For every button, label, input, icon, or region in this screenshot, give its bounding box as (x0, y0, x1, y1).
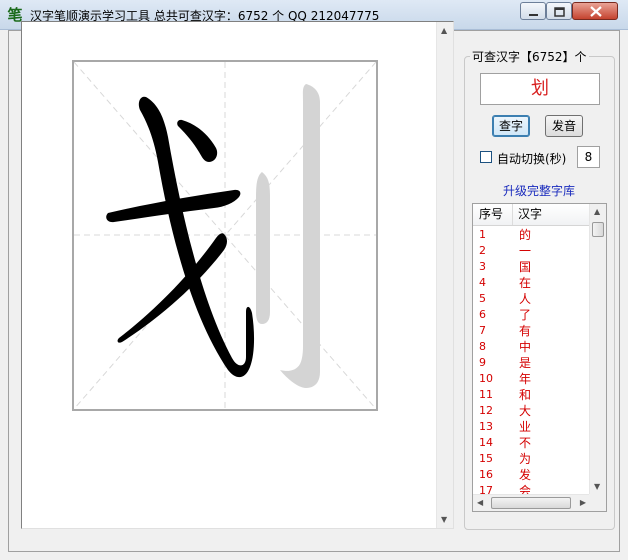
maximize-button[interactable] (546, 2, 572, 20)
list-item[interactable]: 11 和 (473, 387, 590, 403)
list-item-index: 4 (479, 276, 486, 289)
list-item-char: 在 (519, 276, 532, 290)
list-item-index: 14 (479, 436, 493, 449)
scroll-left-icon[interactable]: ◀ (477, 498, 483, 507)
list-item[interactable]: 14 不 (473, 435, 590, 451)
list-item[interactable]: 7有 (473, 323, 590, 339)
character-list[interactable]: 序号 汉字 1 的 2 一 3 国 4 在 5 人 6 了 7 有 8 中 9 是 10 年 11 和 12 大 13 业 14 不 1… (472, 203, 607, 512)
list-item-index: 7 (479, 324, 486, 337)
list-item-char: 是 (519, 356, 532, 370)
list-item-index: 8 (479, 340, 486, 353)
list-item[interactable]: 12 大 (473, 403, 590, 419)
list-item[interactable]: 15 为 (473, 451, 590, 467)
maximize-icon (554, 7, 565, 17)
close-button[interactable] (572, 2, 618, 20)
column-header-index[interactable]: 序号 (473, 204, 513, 225)
scroll-thumb[interactable] (491, 497, 571, 509)
character-strokes (106, 84, 320, 388)
list-item-char: 中 (519, 340, 532, 354)
list-item-char: 为 (519, 452, 532, 466)
scroll-corner (589, 494, 606, 511)
list-item-index: 13 (479, 420, 493, 433)
list-item-char: 年 (519, 372, 532, 386)
scroll-up-icon[interactable]: ▲ (441, 26, 447, 35)
list-item[interactable]: 5人 (473, 291, 590, 307)
scroll-thumb[interactable] (592, 222, 604, 237)
list-item-index: 15 (479, 452, 493, 465)
list-item[interactable]: 4在 (473, 275, 590, 291)
scroll-down-icon[interactable]: ▼ (594, 482, 600, 491)
auto-switch-label: 自动切换(秒) (497, 152, 567, 166)
list-item-char: 人 (519, 292, 532, 306)
seconds-field[interactable]: 8 (577, 146, 600, 168)
list-item-index: 6 (479, 308, 486, 321)
list-item-char: 有 (519, 324, 532, 338)
groupbox-legend: 可查汉字【6752】个 (470, 48, 589, 65)
list-item-char: 业 (519, 420, 532, 434)
list-item[interactable]: 3国 (473, 259, 590, 275)
column-header-char[interactable]: 汉字 (513, 204, 590, 225)
list-item-index: 5 (479, 292, 486, 305)
list-item-char: 国 (519, 260, 532, 274)
list-vertical-scrollbar[interactable]: ▲ ▼ (589, 204, 606, 494)
search-button[interactable]: 查字 (492, 115, 530, 137)
list-item-index: 3 (479, 260, 486, 273)
list-item-char: 大 (519, 404, 532, 418)
minimize-button[interactable] (520, 2, 546, 20)
list-item-char: 了 (519, 308, 532, 322)
list-item[interactable]: 2一 (473, 243, 590, 259)
list-header: 序号 汉字 (473, 204, 590, 226)
list-item-char: 不 (519, 436, 532, 450)
canvas-scrollbar[interactable]: ▲ ▼ (436, 22, 453, 528)
list-item-index: 1 (479, 228, 486, 241)
character-input[interactable]: 划 (480, 73, 600, 105)
list-item[interactable]: 6了 (473, 307, 590, 323)
list-item-index: 10 (479, 372, 493, 385)
list-item-index: 2 (479, 244, 486, 257)
scroll-down-icon[interactable]: ▼ (441, 515, 447, 524)
list-item[interactable]: 16 发 (473, 467, 590, 483)
minimize-icon (529, 14, 538, 16)
list-item-index: 11 (479, 388, 493, 401)
list-item-char: 和 (519, 388, 532, 402)
list-item-index: 12 (479, 404, 493, 417)
list-item-char: 发 (519, 468, 532, 482)
stroke-canvas: ▲ ▼ (21, 21, 454, 529)
list-item-index: 16 (479, 468, 493, 481)
list-horizontal-scrollbar[interactable]: ◀ ▶ (473, 494, 590, 511)
list-rows: 1 的 2 一 3 国 4 在 5 人 6 了 7 有 8 中 9 是 10 年 11 和 12 大 13 业 14 不 15 为 16 发 1… (473, 227, 590, 499)
auto-switch-checkbox[interactable] (480, 151, 492, 163)
list-item[interactable]: 1的 (473, 227, 590, 243)
list-item-index: 9 (479, 356, 486, 369)
list-item-char: 一 (519, 244, 532, 258)
list-item-char: 的 (519, 228, 532, 242)
close-icon (590, 6, 602, 17)
scroll-up-icon[interactable]: ▲ (594, 207, 600, 216)
writing-grid (72, 60, 378, 411)
list-item[interactable]: 10 年 (473, 371, 590, 387)
list-item[interactable]: 8中 (473, 339, 590, 355)
scroll-right-icon[interactable]: ▶ (580, 498, 586, 507)
list-item[interactable]: 13 业 (473, 419, 590, 435)
pronounce-button[interactable]: 发音 (545, 115, 583, 137)
upgrade-library-link[interactable]: 升级完整字库 (503, 182, 575, 199)
list-item[interactable]: 9是 (473, 355, 590, 371)
